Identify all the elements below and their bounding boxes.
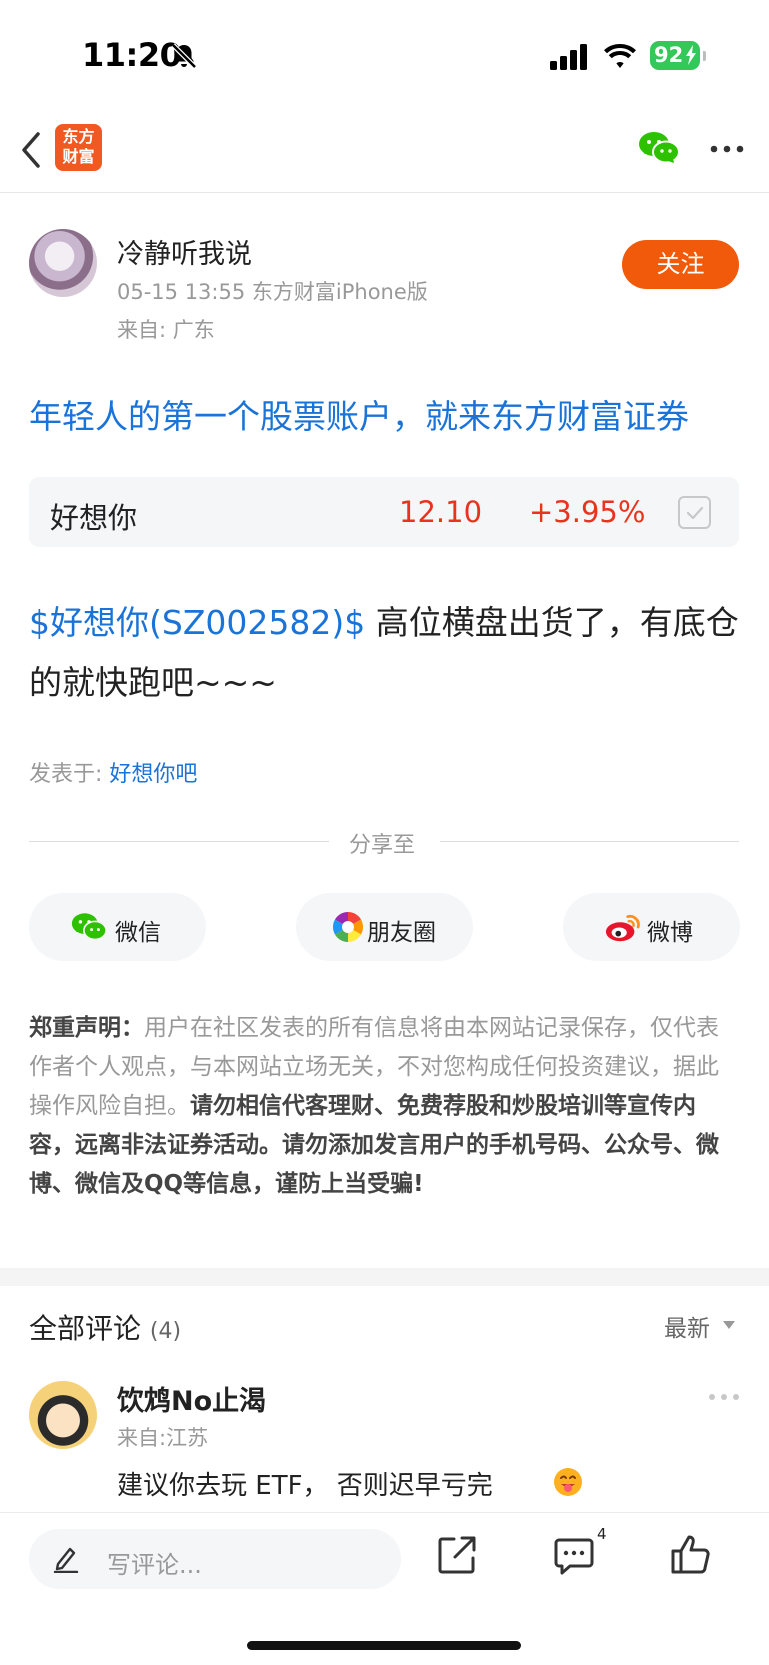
comments-count: (4) [149, 1319, 182, 1344]
stock-quote-card[interactable]: 好想你 12.10 +3.95% [29, 477, 739, 547]
forum-link[interactable]: 好想你吧 [109, 762, 197, 787]
cellular-signal-icon [550, 44, 587, 70]
disclaimer: 郑重声明：用户在社区发表的所有信息将由本网站记录保存，仅代表作者个人观点，与本网… [29, 1009, 741, 1204]
share-moments-label: 朋友圈 [367, 920, 436, 946]
comment-avatar[interactable] [29, 1381, 97, 1449]
section-divider [0, 1268, 769, 1286]
divider [440, 841, 739, 842]
bell-muted-icon [171, 43, 197, 69]
divider [29, 841, 329, 842]
add-watchlist-checkbox[interactable] [678, 496, 711, 529]
wechat-share-icon[interactable] [638, 130, 680, 166]
comment-location: 来自:江苏 [117, 1426, 209, 1450]
post-location: 来自: 广东 [117, 318, 215, 342]
posted-in: 发表于: 好想你吧 [29, 756, 197, 788]
comments-count-badge: 4 [597, 1525, 607, 1543]
app-logo: 东方 财富 [55, 124, 102, 171]
stock-name: 好想你 [50, 501, 138, 535]
battery-indicator: 92 [650, 41, 706, 70]
comments-title-label: 全部评论 [29, 1312, 142, 1345]
share-wechat-label: 微信 [115, 920, 161, 946]
share-weibo-button[interactable]: 微博 [563, 893, 740, 961]
comment-input[interactable]: 写评论... [29, 1529, 401, 1589]
share-label: 分享至 [349, 833, 416, 858]
sort-select[interactable]: 最新 [664, 1309, 710, 1343]
author-name[interactable]: 冷静听我说 [117, 232, 252, 271]
comment-more-icon[interactable] [708, 1393, 740, 1401]
back-arrow-icon[interactable] [18, 130, 44, 170]
moments-icon [332, 912, 364, 942]
check-icon [686, 506, 704, 520]
logo-text-bottom: 财富 [62, 147, 95, 166]
logo-text-top: 东方 [62, 127, 95, 146]
status-time: 11:20 [82, 36, 182, 74]
comment-text: 建议你去玩 ETF， 否则迟早亏完 [117, 1471, 493, 1501]
share-wechat-button[interactable]: 微信 [29, 893, 206, 961]
follow-button[interactable]: 关注 [622, 240, 739, 289]
caret-down-icon[interactable] [722, 1320, 736, 1330]
bottom-action-bar: 写评论... 4 [0, 1512, 769, 1665]
battery-level: 92 [654, 43, 684, 67]
share-weibo-label: 微博 [647, 920, 693, 946]
stock-price: 12.10 [399, 495, 483, 529]
more-options-icon[interactable] [710, 144, 744, 154]
wifi-icon [604, 44, 636, 68]
share-moments-button[interactable]: 朋友圈 [296, 893, 473, 961]
nav-bar: 东方 财富 [0, 110, 769, 193]
promo-link[interactable]: 年轻人的第一个股票账户，就来东方财富证券 [29, 390, 689, 438]
tongue-emoji-icon [554, 1468, 582, 1496]
post-body: $好想你(SZ002582)$ 高位横盘出货了，有底仓的就快跑吧~~~ [29, 593, 741, 713]
status-bar: 11:20 92 [0, 0, 769, 110]
comments-icon[interactable] [554, 1537, 594, 1575]
home-indicator [247, 1641, 521, 1650]
wechat-icon [71, 913, 107, 941]
pen-icon [53, 1547, 79, 1573]
comment-input-placeholder: 写评论... [107, 1551, 202, 1579]
stock-change: +3.95% [529, 495, 646, 529]
comments-title: 全部评论 (4) [29, 1307, 181, 1347]
stock-tag-link[interactable]: $好想你(SZ002582)$ [29, 603, 365, 642]
share-icon[interactable] [437, 1535, 477, 1575]
like-thumb-icon[interactable] [670, 1533, 712, 1575]
comment-username[interactable]: 饮鸩No止渴 [117, 1379, 266, 1418]
charging-icon [686, 45, 696, 65]
post-meta: 05-15 13:55 东方财富iPhone版 [117, 280, 428, 304]
weibo-icon [605, 914, 640, 942]
posted-in-label: 发表于: [29, 762, 110, 787]
author-avatar[interactable] [29, 229, 97, 297]
disclaimer-title: 郑重声明： [29, 1015, 144, 1041]
